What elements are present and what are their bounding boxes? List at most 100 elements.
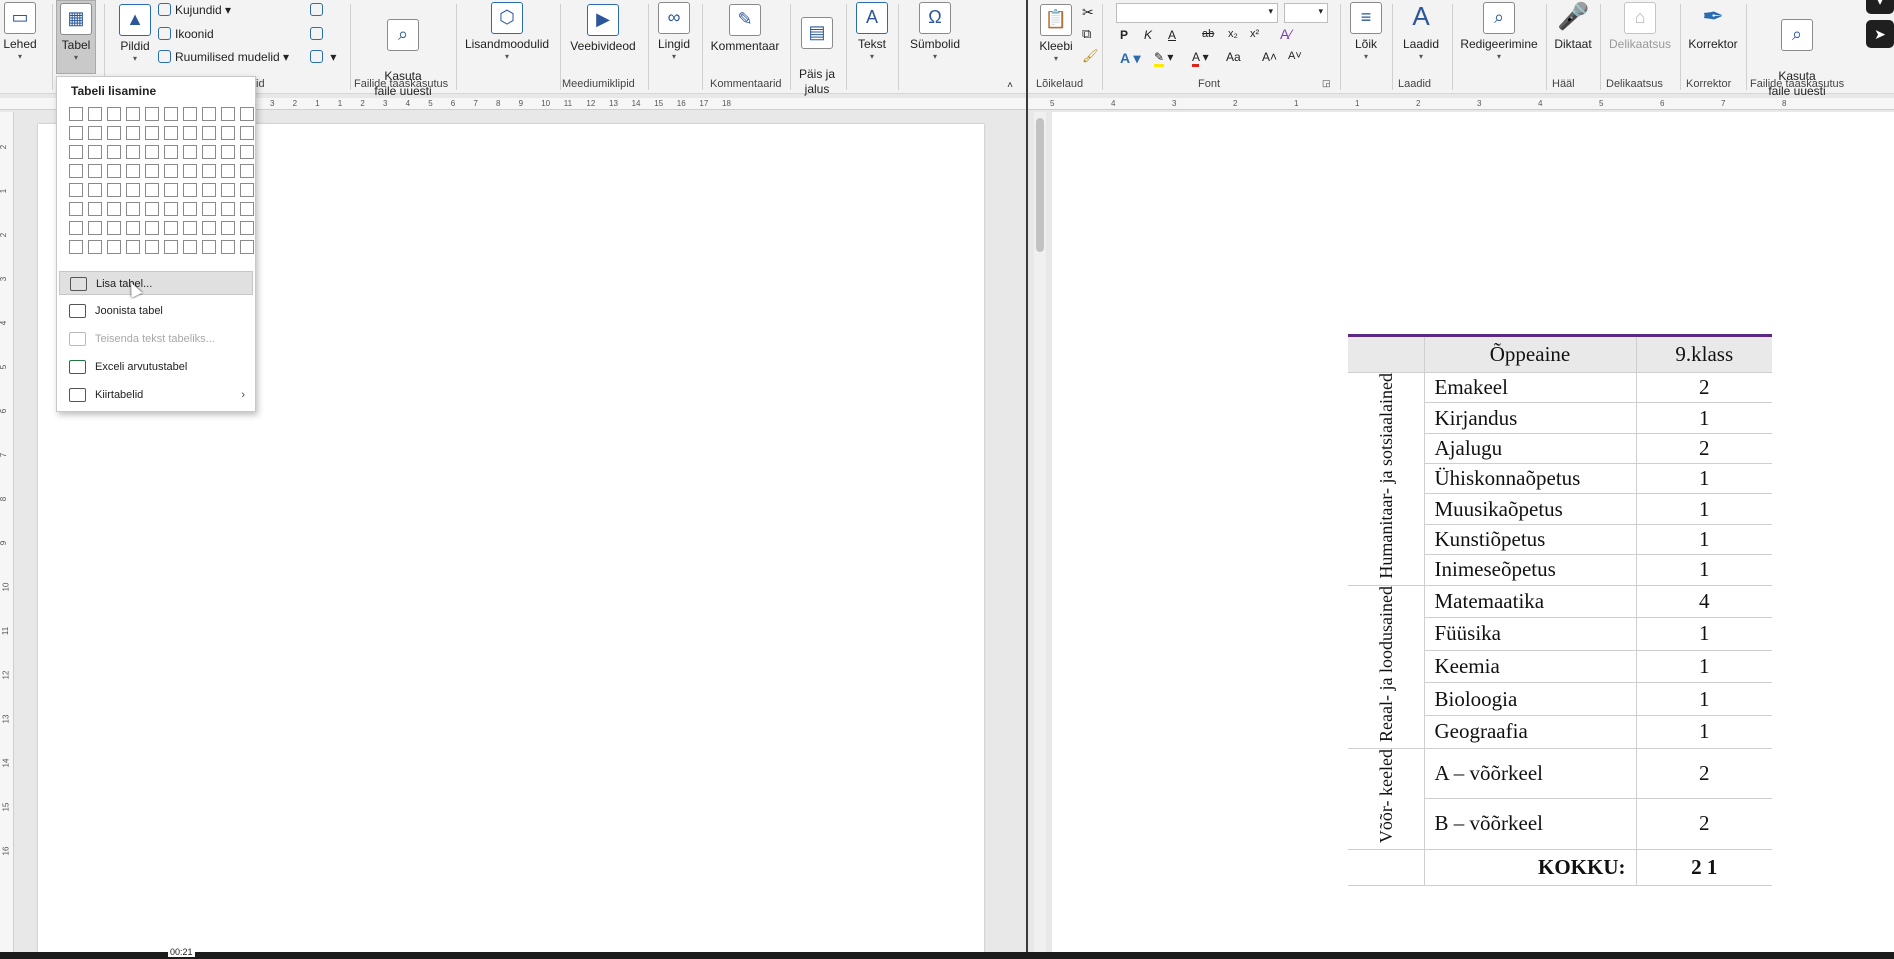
table-grid-cell[interactable] [88, 221, 102, 235]
table-grid-cell[interactable] [221, 145, 235, 159]
menu-item-excel-spreadsheet[interactable]: Exceli arvutustabel [59, 355, 253, 379]
addins-button[interactable]: ⬡ Lisandmoodulid ▾ [462, 2, 552, 61]
table-grid-cell[interactable] [221, 164, 235, 178]
table-total-value[interactable]: 2 1 [1636, 849, 1772, 886]
icons-button[interactable]: Ikoonid [158, 27, 214, 41]
table-grid-cell[interactable] [240, 107, 254, 121]
table-cell-grade[interactable]: 1 [1636, 524, 1772, 556]
table-grid-cell[interactable] [88, 164, 102, 178]
text-effects-icon[interactable]: A ▾ [1120, 50, 1141, 67]
table-cell-subject[interactable]: A – võõrkeel [1424, 748, 1637, 800]
table-grid-cell[interactable] [88, 240, 102, 254]
table-grid-cell[interactable] [145, 164, 159, 178]
table-grid-cell[interactable] [240, 183, 254, 197]
table-grid-cell[interactable] [164, 202, 178, 216]
smartart-button[interactable] [310, 3, 327, 17]
table-grid-cell[interactable] [107, 202, 121, 216]
table-grid-cell[interactable] [126, 126, 140, 140]
table-grid-cell[interactable] [164, 126, 178, 140]
table-cell-subject[interactable]: Matemaatika [1424, 585, 1637, 619]
styles-button[interactable]: A Laadid ▾ [1396, 2, 1446, 62]
table-cell-subject[interactable]: Bioloogia [1424, 682, 1637, 716]
table-cell-grade[interactable]: 1 [1636, 682, 1772, 716]
table-cell-subject[interactable]: Muusikaõpetus [1424, 493, 1637, 525]
3d-models-button[interactable]: Ruumilised mudelid ▾ [158, 50, 289, 64]
table-grid-cell[interactable] [69, 202, 83, 216]
font-name-combobox[interactable]: ▾ [1116, 3, 1278, 23]
menu-item-quick-tables[interactable]: Kiirtabelid › [59, 383, 253, 407]
format-painter-icon[interactable]: 🖌 [1082, 48, 1099, 64]
grow-font-button[interactable]: A˄ [1262, 50, 1277, 64]
paste-button[interactable]: 📋 Kleebi ▾ [1036, 4, 1076, 63]
table-grid-cell[interactable] [69, 240, 83, 254]
table-grid-cell[interactable] [202, 240, 216, 254]
table-grid-cell[interactable] [221, 202, 235, 216]
table-grid-cell[interactable] [69, 107, 83, 121]
table-grid-cell[interactable] [164, 107, 178, 121]
table-cell-subject[interactable]: Keemia [1424, 650, 1637, 684]
table-grid-cell[interactable] [221, 126, 235, 140]
table-grid-cell[interactable] [69, 221, 83, 235]
table-grid-cell[interactable] [107, 107, 121, 121]
scrollbar-thumb[interactable] [1036, 118, 1044, 252]
table-cell-subject[interactable]: Geograafia [1424, 715, 1637, 749]
menu-item-insert-table[interactable]: Lisa tabel... [59, 271, 253, 295]
table-grid-cell[interactable] [69, 126, 83, 140]
editing-button[interactable]: ⌕ Redigeerimine ▾ [1456, 2, 1542, 61]
table-grid-cell[interactable] [145, 145, 159, 159]
comment-button[interactable]: ✎ Kommentaar [706, 4, 784, 54]
chart-button[interactable] [310, 27, 327, 41]
pictures-button[interactable]: ▲ Pildid ▾ [114, 4, 156, 63]
vertical-ruler[interactable]: 2 1 2 3 4 5 6 7 8 9 10 11 12 13 14 15 16 [0, 112, 14, 952]
table-grid-cell[interactable] [240, 145, 254, 159]
table-grid-cell[interactable] [126, 107, 140, 121]
table-cell-grade[interactable]: 1 [1636, 402, 1772, 434]
table-grid-cell[interactable] [240, 240, 254, 254]
symbols-button[interactable]: Ω Sümbolid ▾ [902, 2, 968, 61]
editor-button[interactable]: ✒ Korrektor [1684, 2, 1742, 52]
table-cell-grade[interactable]: 1 [1636, 463, 1772, 495]
table-grid-cell[interactable] [164, 145, 178, 159]
table-cell-grade[interactable]: 1 [1636, 715, 1772, 749]
table-grid-cell[interactable] [69, 183, 83, 197]
table-grid-cell[interactable] [240, 221, 254, 235]
table-grid-cell[interactable] [164, 221, 178, 235]
horizontal-ruler[interactable]: 5 4 3 2 1 1 2 3 4 5 6 7 8 [1028, 98, 1894, 110]
bold-button[interactable]: P [1120, 28, 1128, 42]
table-grid-cell[interactable] [202, 183, 216, 197]
table-cell-subject[interactable]: Kunstiõpetus [1424, 524, 1637, 556]
table-grid-cell[interactable] [221, 183, 235, 197]
collapse-ribbon-button[interactable]: ˄ [1002, 78, 1018, 93]
table-button[interactable]: ▦ Tabel ▾ [56, 0, 96, 74]
table-grid-cell[interactable] [126, 183, 140, 197]
table-cell-grade[interactable]: 1 [1636, 650, 1772, 684]
copy-icon[interactable]: ⧉ [1082, 26, 1091, 42]
table-grid-cell[interactable] [88, 126, 102, 140]
table-cell-subject[interactable]: Emakeel [1424, 372, 1637, 404]
table-grid-cell[interactable] [107, 145, 121, 159]
cut-icon[interactable]: ✂ [1082, 4, 1094, 21]
underline-button[interactable]: A [1168, 28, 1176, 42]
table-grid-cell[interactable] [145, 240, 159, 254]
table-cell-grade[interactable]: 4 [1636, 585, 1772, 619]
table-cell-grade[interactable]: 2 [1636, 433, 1772, 465]
table-total-label[interactable]: KOKKU: [1424, 849, 1637, 886]
table-grid-cell[interactable] [164, 183, 178, 197]
table-grid-cell[interactable] [183, 107, 197, 121]
table-grid-cell[interactable] [126, 202, 140, 216]
font-color-button[interactable]: A ▾ [1192, 50, 1209, 67]
table-cell-grade[interactable]: 2 [1636, 748, 1772, 800]
table-grid-cell[interactable] [107, 221, 121, 235]
table-grid-cell[interactable] [88, 145, 102, 159]
table-cell-subject[interactable]: Inimeseõpetus [1424, 554, 1637, 586]
table-grid-cell[interactable] [145, 126, 159, 140]
subscript-button[interactable]: x₂ [1228, 28, 1238, 40]
table-grid-cell[interactable] [183, 240, 197, 254]
table-grid-cell[interactable] [221, 240, 235, 254]
menu-item-draw-table[interactable]: Joonista tabel [59, 299, 253, 323]
table-grid-cell[interactable] [183, 221, 197, 235]
links-button[interactable]: ∞ Lingid ▾ [652, 2, 696, 61]
change-case-button[interactable]: Aa [1226, 50, 1241, 64]
table-grid-cell[interactable] [202, 221, 216, 235]
table-grid-cell[interactable] [202, 164, 216, 178]
